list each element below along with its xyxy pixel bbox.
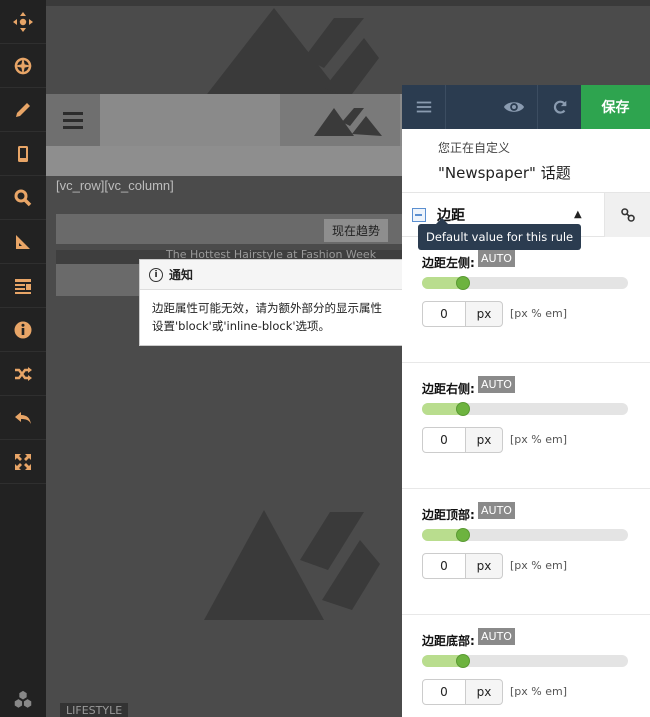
unit-hint: [px % em] — [510, 433, 568, 446]
save-button[interactable]: 保存 — [581, 85, 650, 129]
control-label: 边距右侧: — [422, 382, 475, 396]
slider-knob[interactable] — [456, 402, 470, 416]
layout-icon — [15, 278, 31, 294]
notice-title: 通知 — [169, 268, 194, 282]
info-tool-button[interactable] — [0, 308, 46, 352]
hexagons-icon — [14, 690, 32, 708]
link-icon — [620, 208, 635, 222]
value-slider[interactable] — [422, 654, 628, 668]
margin-right-control: 边距右侧: AUTO 0 px [px % em] — [402, 363, 650, 489]
value-slider[interactable] — [422, 402, 628, 416]
notice-body: 边距属性可能无效，请为额外部分的显示属性设置'block'或'inline-bl… — [152, 301, 382, 333]
mountain-logo-small — [280, 94, 400, 146]
customizing-info: 您正在自定义 "Newspaper" 话题 — [402, 129, 650, 193]
move-tool-button[interactable] — [0, 0, 46, 44]
expand-icon — [15, 453, 31, 470]
info-icon — [14, 321, 32, 338]
refresh-button[interactable] — [537, 85, 581, 129]
auto-badge[interactable]: AUTO — [478, 250, 515, 267]
auto-badge[interactable]: AUTO — [478, 376, 515, 393]
unit-select[interactable]: px — [465, 427, 503, 453]
menu-icon — [416, 101, 431, 113]
info-circle-icon: i — [149, 267, 163, 282]
collapse-arrow-icon[interactable]: ▲ — [574, 209, 582, 220]
margin-left-control: 边距左侧: AUTO 0 px [px % em] — [402, 237, 650, 363]
undo-icon — [15, 411, 31, 424]
edit-tool-button[interactable] — [0, 88, 46, 132]
fullscreen-tool-button[interactable] — [0, 440, 46, 484]
search-icon — [14, 189, 32, 206]
hamburger-menu-button[interactable] — [46, 94, 100, 146]
hexagons-button[interactable] — [0, 683, 46, 717]
slider-knob[interactable] — [456, 654, 470, 668]
link-values-button[interactable] — [604, 193, 650, 237]
move-icon — [13, 11, 33, 32]
panel-header-spacer — [446, 85, 491, 129]
slider-knob[interactable] — [456, 276, 470, 290]
auto-badge[interactable]: AUTO — [478, 628, 515, 645]
mobile-icon — [18, 145, 28, 162]
unit-select[interactable]: px — [465, 301, 503, 327]
compass-tool-button[interactable] — [0, 44, 46, 88]
collapse-box-icon[interactable] — [412, 208, 426, 222]
unit-hint: [px % em] — [510, 307, 568, 320]
preview-toggle-button[interactable] — [491, 85, 537, 129]
unit-select[interactable]: px — [465, 679, 503, 705]
mountain-logo-top — [204, 8, 379, 98]
theme-name: "Newspaper" 话题 — [438, 164, 571, 182]
unit-hint: [px % em] — [510, 685, 568, 698]
customizer-panel: 保存 您正在自定义 "Newspaper" 话题 边距 ▲ 边距左侧: AUTO… — [402, 85, 650, 717]
search-tool-button[interactable] — [0, 176, 46, 220]
layout-tool-button[interactable] — [0, 264, 46, 308]
auto-badge[interactable]: AUTO — [478, 502, 515, 519]
slider-knob[interactable] — [456, 528, 470, 542]
value-input[interactable]: 0 — [422, 427, 466, 453]
category-tag[interactable]: LIFESTYLE — [60, 703, 129, 717]
value-slider[interactable] — [422, 276, 628, 290]
control-label: 边距左侧: — [422, 256, 475, 270]
margin-bottom-control: 边距底部: AUTO 0 px [px % em] — [402, 615, 650, 717]
shortcode-text: [vc_row][vc_column] — [56, 178, 174, 193]
shuffle-tool-button[interactable] — [0, 352, 46, 396]
panel-header: 保存 — [402, 85, 650, 129]
compass-icon — [14, 56, 32, 75]
unit-hint: [px % em] — [510, 559, 568, 572]
value-input[interactable]: 0 — [422, 553, 466, 579]
value-input[interactable]: 0 — [422, 679, 466, 705]
notice-popup: i 通知 边距属性可能无效，请为额外部分的显示属性设置'block'或'inli… — [139, 259, 412, 346]
eye-icon — [503, 102, 525, 112]
ruler-tool-button[interactable] — [0, 220, 46, 264]
unit-select[interactable]: px — [465, 553, 503, 579]
refresh-icon — [553, 100, 566, 114]
customizing-label: 您正在自定义 — [438, 141, 511, 155]
control-label: 边距顶部: — [422, 508, 475, 522]
margin-top-control: 边距顶部: AUTO 0 px [px % em] — [402, 489, 650, 615]
control-label: 边距底部: — [422, 634, 475, 648]
default-value-tooltip: Default value for this rule — [418, 218, 582, 250]
preview-top-strip — [46, 0, 650, 6]
undo-tool-button[interactable] — [0, 396, 46, 440]
ruler-icon — [16, 234, 30, 249]
mountain-logo-bottom — [204, 510, 380, 620]
pencil-icon — [16, 102, 30, 117]
trending-label[interactable]: 现在趋势 — [324, 219, 389, 242]
shuffle-icon — [15, 366, 32, 381]
panel-menu-button[interactable] — [402, 85, 446, 129]
value-input[interactable]: 0 — [422, 301, 466, 327]
left-toolbar — [0, 0, 46, 717]
mobile-preview-button[interactable] — [0, 132, 46, 176]
notice-header: i 通知 — [140, 260, 404, 290]
value-slider[interactable] — [422, 528, 628, 542]
